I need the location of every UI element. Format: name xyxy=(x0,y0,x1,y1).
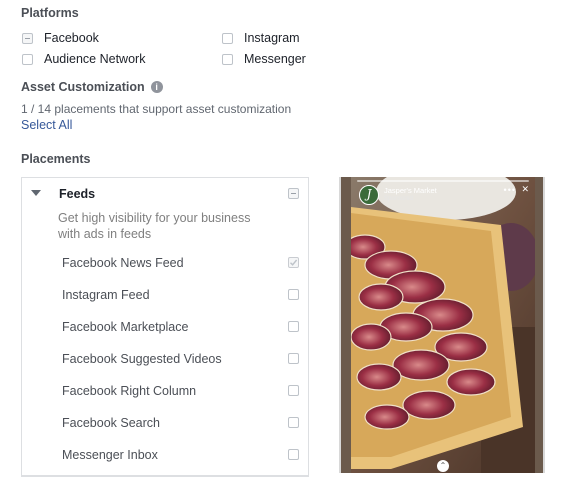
check-icon xyxy=(290,259,298,266)
more-dots-icon[interactable]: ••• xyxy=(504,185,516,195)
placement-row-facebook-right-column[interactable]: Facebook Right Column xyxy=(22,380,308,404)
platform-label: Audience Network xyxy=(44,52,146,66)
feeds-description: Get high visibility for your business wi… xyxy=(58,211,251,241)
placement-label: Facebook News Feed xyxy=(62,256,184,270)
placement-row-facebook-news-feed[interactable]: Facebook News Feed xyxy=(22,252,308,276)
placement-row-messenger-inbox[interactable]: Messenger Inbox xyxy=(22,444,308,468)
instagram-checkbox[interactable] xyxy=(222,32,233,44)
placement-label: Facebook Right Column xyxy=(62,384,197,398)
feeds-checkbox[interactable] xyxy=(288,188,299,199)
placement-label: Facebook Marketplace xyxy=(62,320,189,334)
info-icon[interactable]: i xyxy=(150,81,163,93)
placement-row-facebook-suggested-videos[interactable]: Facebook Suggested Videos xyxy=(22,348,308,372)
placement-checkbox[interactable] xyxy=(288,321,299,332)
placement-label: Facebook Search xyxy=(62,416,160,430)
platforms-title: Platforms xyxy=(21,6,79,20)
placements-panel: Feeds Get high visibility for your busin… xyxy=(21,177,309,477)
platform-audience-network[interactable]: Audience Network xyxy=(22,52,145,66)
placement-checkbox[interactable] xyxy=(288,417,299,428)
placement-checkbox[interactable] xyxy=(288,289,299,300)
placement-checkbox[interactable] xyxy=(288,257,299,268)
feeds-title: Feeds xyxy=(59,187,96,201)
select-all-link[interactable]: Select All xyxy=(21,118,72,132)
placement-label: Instagram Feed xyxy=(62,288,150,302)
placement-checkbox[interactable] xyxy=(288,449,299,460)
ad-preview-phone: J Jasper's Market Sponsored ••• ✕ ⌃ xyxy=(339,177,545,473)
brand-avatar: J xyxy=(359,185,379,205)
platform-label: Messenger xyxy=(244,52,306,66)
messenger-checkbox[interactable] xyxy=(222,53,233,65)
placements-title: Placements xyxy=(21,152,91,166)
sponsored-label: Sponsored xyxy=(384,196,414,202)
placement-row-facebook-marketplace[interactable]: Facebook Marketplace xyxy=(22,316,308,340)
asset-customization-label: Asset Customization xyxy=(21,80,145,94)
feeds-group-header[interactable]: Feeds xyxy=(22,178,308,210)
caret-down-icon[interactable] xyxy=(31,190,41,196)
story-progress-bar xyxy=(357,180,529,182)
food-image xyxy=(351,177,535,473)
facebook-checkbox[interactable] xyxy=(22,32,33,44)
platform-instagram[interactable]: Instagram xyxy=(222,31,300,45)
platform-label: Facebook xyxy=(44,31,99,45)
asset-customization-summary: 1 / 14 placements that support asset cus… xyxy=(21,102,292,116)
placement-checkbox[interactable] xyxy=(288,353,299,364)
placement-checkbox[interactable] xyxy=(288,385,299,396)
platform-facebook[interactable]: Facebook xyxy=(22,31,99,45)
story-preview: J Jasper's Market Sponsored ••• ✕ ⌃ xyxy=(351,177,535,473)
chevron-up-icon[interactable]: ⌃ xyxy=(437,460,449,472)
platform-label: Instagram xyxy=(244,31,300,45)
close-icon[interactable]: ✕ xyxy=(521,184,529,195)
panel-bottom-divider xyxy=(22,475,308,476)
audience-network-checkbox[interactable] xyxy=(22,53,33,65)
placement-label: Facebook Suggested Videos xyxy=(62,352,222,366)
brand-name: Jasper's Market xyxy=(384,186,437,195)
asset-customization-title: Asset Customization i xyxy=(21,80,163,94)
placement-row-facebook-search[interactable]: Facebook Search xyxy=(22,412,308,436)
placement-row-instagram-feed[interactable]: Instagram Feed xyxy=(22,284,308,308)
placement-label: Messenger Inbox xyxy=(62,448,158,462)
platform-messenger[interactable]: Messenger xyxy=(222,52,306,66)
